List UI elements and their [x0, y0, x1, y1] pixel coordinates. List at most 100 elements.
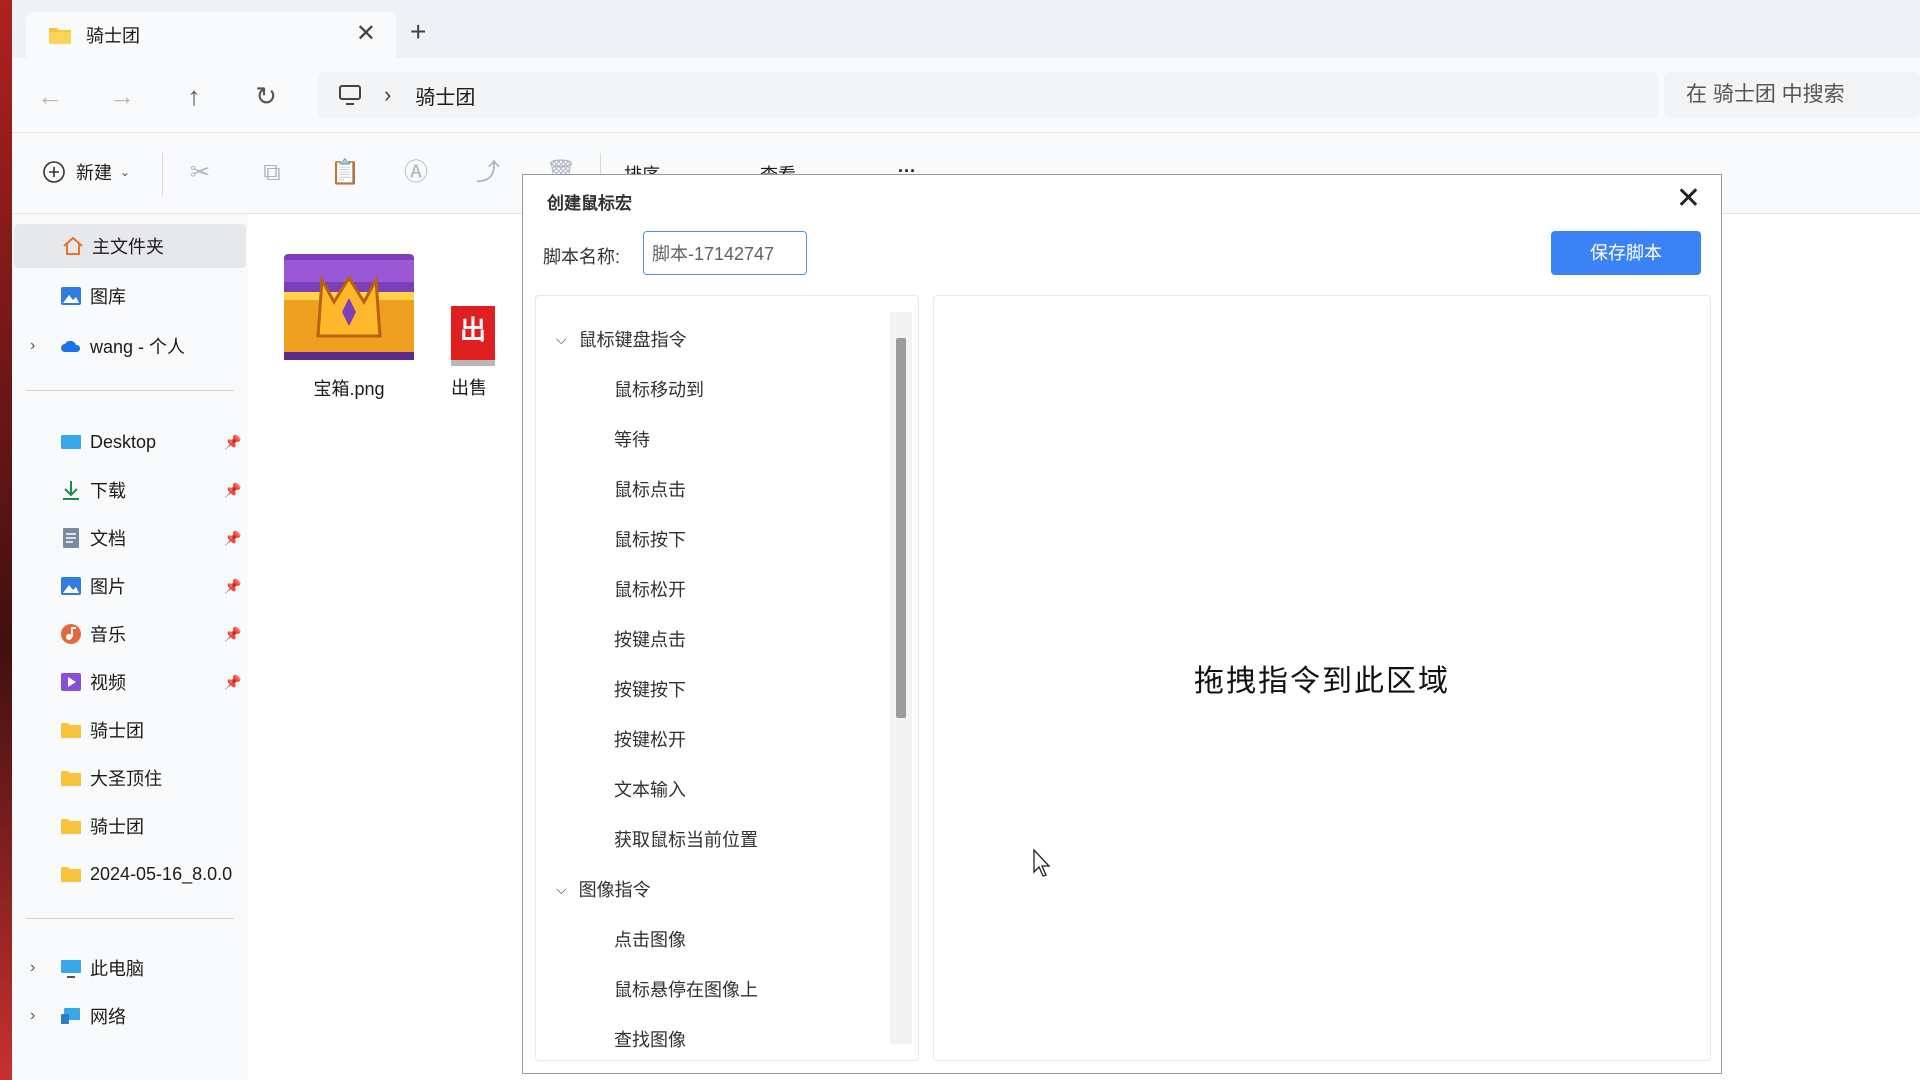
- sidebar-item-pictures[interactable]: 图片 📌: [12, 564, 248, 608]
- command-item[interactable]: 点击图像: [614, 926, 686, 952]
- sidebar-item-label: 视频: [90, 673, 126, 693]
- sidebar-item-label: 大圣顶住: [90, 769, 162, 789]
- paste-icon[interactable]: 📋: [330, 159, 360, 187]
- back-icon[interactable]: ←: [34, 80, 66, 112]
- home-icon: [63, 236, 83, 255]
- command-item[interactable]: 鼠标按下: [614, 526, 686, 552]
- sidebar-item-label: 图库: [90, 287, 126, 307]
- sidebar-item-label: 骑士团: [90, 721, 144, 741]
- command-item[interactable]: 等待: [614, 426, 650, 452]
- sidebar-item-folder[interactable]: 大圣顶住: [12, 756, 248, 800]
- command-item[interactable]: 鼠标松开: [614, 576, 686, 602]
- command-item[interactable]: 文本输入: [614, 776, 686, 802]
- command-item[interactable]: 查找图像: [614, 1026, 686, 1052]
- cut-icon[interactable]: ✂: [186, 159, 214, 187]
- folder-icon: [49, 28, 71, 44]
- new-label: 新建: [76, 163, 112, 183]
- command-item[interactable]: 按键点击: [614, 626, 686, 652]
- thumbnail-text: 出: [459, 315, 486, 345]
- scrollbar-thumb[interactable]: [896, 338, 906, 718]
- navigation-pane: 主文件夹 图库 › wang - 个人 Desktop 📌 下载 📌 文档 📌: [12, 214, 248, 1080]
- command-item[interactable]: 鼠标悬停在图像上: [614, 976, 758, 1002]
- refresh-icon[interactable]: ↻: [250, 80, 282, 112]
- download-icon: [63, 481, 79, 500]
- command-group-label: 鼠标键盘指令: [578, 330, 687, 350]
- command-item[interactable]: 获取鼠标当前位置: [614, 826, 758, 852]
- gallery-icon: [61, 287, 81, 305]
- file-item[interactable]: 宝箱.png: [281, 252, 417, 401]
- command-drop-zone[interactable]: 拖拽指令到此区域: [933, 295, 1711, 1061]
- mouse-cursor-icon: [1033, 848, 1051, 877]
- command-item[interactable]: 按键按下: [614, 676, 686, 702]
- sidebar-item-onedrive[interactable]: › wang - 个人: [12, 324, 248, 368]
- sidebar-item-folder[interactable]: 骑士团: [12, 708, 248, 752]
- new-tab-icon[interactable]: +: [410, 18, 426, 46]
- chevron-down-icon: ⌵: [556, 880, 567, 897]
- forward-icon[interactable]: →: [106, 80, 138, 112]
- cloud-icon: [61, 340, 81, 352]
- command-group-mouse-keyboard[interactable]: ⌵ 鼠标键盘指令: [556, 326, 687, 352]
- sidebar-item-network[interactable]: › 网络: [12, 994, 248, 1038]
- save-script-button[interactable]: 保存脚本: [1551, 231, 1701, 275]
- sidebar-item-folder[interactable]: 骑士团: [12, 804, 248, 848]
- chevron-right-icon[interactable]: ›: [30, 959, 35, 977]
- close-icon[interactable]: ✕: [1676, 181, 1701, 217]
- up-icon[interactable]: ↑: [178, 80, 210, 112]
- treasure-chest-icon: [284, 254, 414, 360]
- share-icon[interactable]: ⤴: [474, 159, 502, 187]
- pin-icon[interactable]: 📌: [224, 434, 241, 451]
- breadcrumb[interactable]: 骑士团: [415, 81, 475, 110]
- command-group-image[interactable]: ⌵ 图像指令: [556, 876, 651, 902]
- file-explorer-window: 骑士团 ✕ + ← → ↑ ↻ › 骑士团 在 骑士团 中搜索 新建 ⌄ ✂ ⧉…: [12, 0, 1920, 1080]
- sidebar-item-downloads[interactable]: 下载 📌: [12, 468, 248, 512]
- sidebar-item-documents[interactable]: 文档 📌: [12, 516, 248, 560]
- command-item[interactable]: 鼠标移动到: [614, 376, 704, 402]
- tab-current[interactable]: 骑士团 ✕: [26, 12, 396, 58]
- sidebar-item-home[interactable]: 主文件夹: [14, 224, 246, 268]
- network-icon: [61, 1008, 80, 1024]
- pin-icon[interactable]: 📌: [224, 530, 241, 547]
- scrollbar[interactable]: [890, 312, 912, 1044]
- chevron-right-icon[interactable]: ›: [30, 337, 35, 355]
- script-name-label: 脚本名称:: [543, 247, 621, 267]
- folder-icon: [61, 771, 81, 786]
- sidebar-item-label: 此电脑: [90, 959, 144, 979]
- rename-icon[interactable]: Ⓐ: [402, 159, 430, 187]
- sidebar-item-desktop[interactable]: Desktop 📌: [12, 420, 248, 464]
- plus-circle-icon: [43, 161, 65, 183]
- pin-icon[interactable]: 📌: [224, 626, 241, 643]
- new-button[interactable]: 新建 ⌄: [42, 159, 130, 185]
- command-group-label: 图像指令: [578, 880, 651, 900]
- script-name-input[interactable]: [643, 231, 807, 275]
- sidebar-item-music[interactable]: 音乐 📌: [12, 612, 248, 656]
- folder-icon: [61, 867, 81, 882]
- chevron-right-icon[interactable]: ›: [30, 1007, 35, 1025]
- sidebar-item-gallery[interactable]: 图库: [12, 274, 248, 318]
- search-input[interactable]: 在 骑士团 中搜索: [1664, 72, 1920, 118]
- pin-icon[interactable]: 📌: [224, 674, 241, 691]
- sidebar-item-videos[interactable]: 视频 📌: [12, 660, 248, 704]
- pin-icon[interactable]: 📌: [224, 482, 241, 499]
- drop-zone-hint: 拖拽指令到此区域: [1194, 664, 1450, 699]
- computer-icon: [61, 960, 81, 978]
- sidebar-item-label: 文档: [90, 529, 126, 549]
- close-tab-icon[interactable]: ✕: [356, 22, 376, 46]
- divider: [26, 390, 234, 391]
- dialog-title: 创建鼠标宏: [547, 194, 632, 213]
- sidebar-item-label: 主文件夹: [92, 237, 164, 257]
- sidebar-item-thispc[interactable]: › 此电脑: [12, 946, 248, 990]
- sidebar-item-label: 音乐: [90, 625, 126, 645]
- address-bar[interactable]: › 骑士团: [318, 72, 1658, 118]
- copy-icon[interactable]: ⧉: [258, 159, 286, 187]
- command-item[interactable]: 按键松开: [614, 726, 686, 752]
- chevron-down-icon: ⌄: [120, 165, 131, 179]
- music-icon: [61, 624, 81, 644]
- command-item[interactable]: 鼠标点击: [614, 476, 686, 502]
- sidebar-item-folder[interactable]: 2024-05-16_8.0.0: [12, 852, 248, 896]
- create-macro-dialog: 创建鼠标宏 ✕ 脚本名称: 保存脚本 ⌵ 鼠标键盘指令 鼠标移动到 等待 鼠标点…: [522, 174, 1722, 1074]
- pin-icon[interactable]: 📌: [224, 578, 241, 595]
- sidebar-item-label: 图片: [90, 577, 126, 597]
- monitor-icon: [339, 85, 361, 105]
- sidebar-item-label: 2024-05-16_8.0.0: [90, 863, 233, 884]
- chevron-down-icon: ⌵: [556, 330, 567, 347]
